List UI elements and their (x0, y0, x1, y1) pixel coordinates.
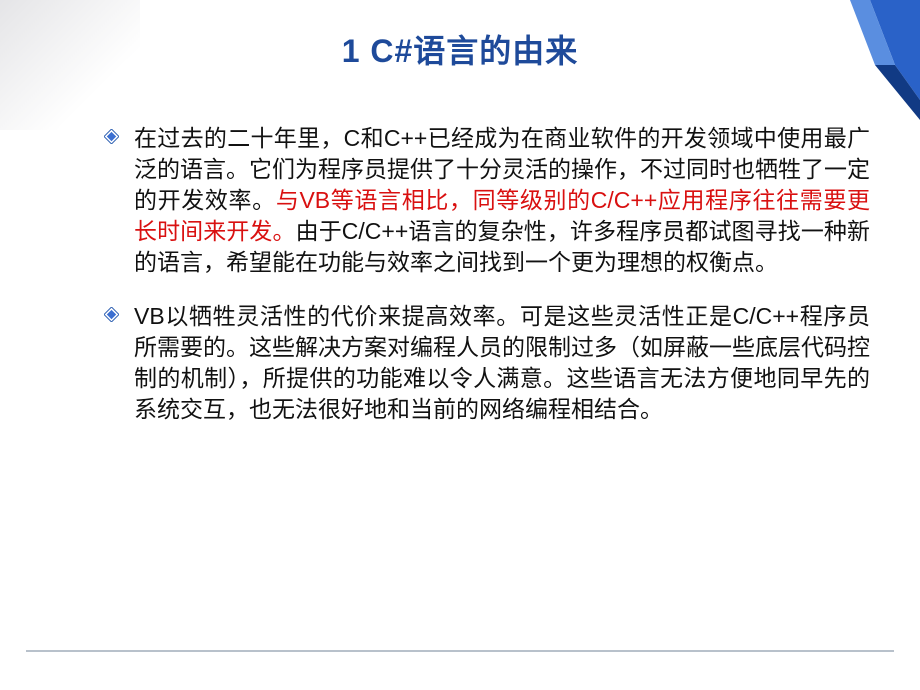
bottom-rule (26, 650, 894, 652)
slide-body: 在过去的二十年里，C和C++已经成为在商业软件的开发领域中使用最广泛的语言。它们… (100, 100, 870, 448)
diamond-bullet-icon (104, 129, 119, 144)
bullet-1: 在过去的二十年里，C和C++已经成为在商业软件的开发领域中使用最广泛的语言。它们… (100, 123, 870, 278)
text-part: VB以牺牲灵活性的代价来提高效率。可是这些灵活性正是C/C++程序员所需要的。这… (134, 303, 870, 422)
paragraph-2: VB以牺牲灵活性的代价来提高效率。可是这些灵活性正是C/C++程序员所需要的。这… (134, 301, 870, 425)
bullet-2: VB以牺牲灵活性的代价来提高效率。可是这些灵活性正是C/C++程序员所需要的。这… (100, 301, 870, 425)
paragraph-1: 在过去的二十年里，C和C++已经成为在商业软件的开发领域中使用最广泛的语言。它们… (134, 123, 870, 278)
slide-title: 1 C#语言的由来 (0, 26, 920, 72)
diamond-bullet-icon (104, 307, 119, 322)
